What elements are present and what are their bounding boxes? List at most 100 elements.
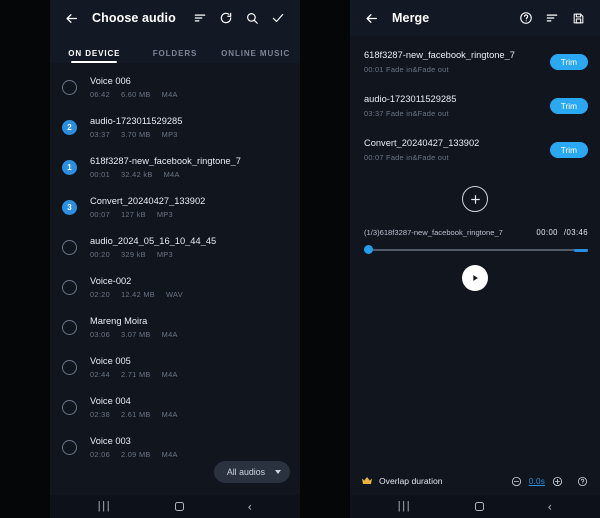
- list-item-text: Mareng Moira 03:06 3.07 MB M4A: [90, 316, 290, 339]
- save-icon[interactable]: [565, 6, 591, 30]
- list-item-text: audio_2024_05_16_10_44_45 00:20 329 kB M…: [90, 236, 290, 259]
- selection-indicator[interactable]: [62, 439, 77, 455]
- file-title: audio_2024_05_16_10_44_45: [90, 235, 217, 246]
- tab-online-music[interactable]: ONLINE MUSIC: [215, 36, 296, 63]
- list-item[interactable]: Voice-002 02:20 12.42 MB WAV: [50, 267, 300, 307]
- file-format: MP3: [156, 209, 173, 219]
- list-item[interactable]: Voice 006 06:42 6.60 MB M4A: [50, 67, 300, 107]
- recents-icon[interactable]: |||: [398, 501, 411, 512]
- merge-track-title: audio-1723011529285: [364, 94, 457, 104]
- file-title: Voice 006: [90, 75, 131, 86]
- home-square-icon[interactable]: [174, 502, 184, 511]
- system-navbar: ||| ‹: [350, 495, 600, 518]
- sort-icon[interactable]: [187, 6, 213, 30]
- list-item-text: Voice 003 02:06 2.09 MB M4A: [90, 436, 290, 459]
- list-item-text: Voice-002 02:20 12.42 MB WAV: [90, 276, 290, 299]
- overlap-duration-value[interactable]: 0.0s: [529, 477, 545, 486]
- selection-indicator[interactable]: [62, 399, 77, 415]
- file-duration: 03:37: [90, 129, 110, 139]
- file-size: 3.70 MB: [121, 129, 151, 139]
- add-track-button[interactable]: [462, 186, 488, 212]
- selection-indicator[interactable]: [62, 359, 77, 375]
- back-icon[interactable]: [359, 6, 383, 30]
- list-item[interactable]: Voice 005 02:44 2.71 MB M4A: [50, 347, 300, 387]
- merge-track-row[interactable]: audio-1723011529285 03:37 Fade in&Fade o…: [350, 84, 600, 128]
- page-title: Choose audio: [92, 11, 176, 25]
- trim-button[interactable]: Trim: [549, 142, 588, 158]
- refresh-icon[interactable]: [213, 6, 239, 30]
- file-size: 2.71 MB: [121, 369, 151, 379]
- merge-track-meta: 00:01 Fade in&Fade out: [364, 65, 449, 74]
- list-item[interactable]: 1 618f3287-new_facebook_ringtone_7 00:01…: [50, 147, 300, 187]
- seek-slider[interactable]: [364, 245, 588, 255]
- check-icon[interactable]: [265, 6, 291, 30]
- trim-button[interactable]: Trim: [549, 54, 588, 70]
- merge-track-text: audio-1723011529285 03:37 Fade in&Fade o…: [364, 94, 540, 118]
- file-format: MP3: [156, 249, 173, 259]
- merge-track-text: Convert_20240427_133902 00:07 Fade in&Fa…: [364, 138, 540, 162]
- list-item[interactable]: 2 audio-1723011529285 03:37 3.70 MB MP3: [50, 107, 300, 147]
- tab-folders[interactable]: FOLDERS: [135, 36, 216, 63]
- merge-track-row[interactable]: 618f3287-new_facebook_ringtone_7 00:01 F…: [350, 40, 600, 84]
- list-item-text: Convert_20240427_133902 00:07 127 kB MP3: [90, 196, 290, 219]
- file-meta: 02:44 2.71 MB M4A: [90, 370, 290, 379]
- seek-end-marker: [574, 249, 588, 252]
- help-circle-icon[interactable]: [513, 6, 539, 30]
- system-navbar: ||| ‹: [50, 495, 300, 518]
- list-item[interactable]: 3 Convert_20240427_133902 00:07 127 kB M…: [50, 187, 300, 227]
- file-format: M4A: [161, 89, 178, 99]
- source-tabs: ON DEVICE FOLDERS ONLINE MUSIC: [50, 36, 300, 63]
- file-duration: 00:01: [90, 169, 110, 179]
- merge-track-title: Convert_20240427_133902: [364, 138, 480, 148]
- tab-on-device[interactable]: ON DEVICE: [54, 36, 135, 63]
- selection-indicator[interactable]: 1: [62, 159, 77, 175]
- seek-thumb[interactable]: [364, 245, 373, 254]
- minus-circle-icon[interactable]: [511, 476, 522, 487]
- list-item-text: Voice 004 02:38 2.61 MB M4A: [90, 396, 290, 419]
- plus-circle-icon[interactable]: [552, 476, 563, 487]
- selection-indicator[interactable]: 2: [62, 119, 77, 135]
- all-audios-filter-label: All audios: [226, 467, 265, 477]
- choose-audio-screen: Choose audio ON DEVICE FOLDERS ONLINE MU…: [50, 0, 300, 518]
- home-square-icon[interactable]: [474, 502, 484, 511]
- selection-indicator[interactable]: 3: [62, 199, 77, 215]
- all-audios-filter-dropdown[interactable]: All audios: [213, 461, 290, 483]
- file-title: audio-1723011529285: [90, 115, 183, 126]
- back-nav-icon[interactable]: ‹: [547, 501, 552, 513]
- selection-indicator[interactable]: [62, 319, 77, 335]
- merge-track-row[interactable]: Convert_20240427_133902 00:07 Fade in&Fa…: [350, 128, 600, 172]
- list-item[interactable]: Voice 004 02:38 2.61 MB M4A: [50, 387, 300, 427]
- back-icon[interactable]: [59, 6, 83, 30]
- file-duration: 02:44: [90, 369, 110, 379]
- sort-icon[interactable]: [539, 6, 565, 30]
- file-meta: 02:38 2.61 MB M4A: [90, 410, 290, 419]
- choose-audio-appbar: Choose audio: [50, 0, 300, 36]
- selection-indicator[interactable]: [62, 239, 77, 255]
- list-item-text: 618f3287-new_facebook_ringtone_7 00:01 3…: [90, 156, 290, 179]
- tab-online-music-label: ONLINE MUSIC: [221, 49, 291, 58]
- file-title: Voice 003: [90, 435, 131, 446]
- list-item[interactable]: audio_2024_05_16_10_44_45 00:20 329 kB M…: [50, 227, 300, 267]
- total-time: /03:46: [563, 228, 588, 237]
- search-icon[interactable]: [239, 6, 265, 30]
- tab-on-device-label: ON DEVICE: [68, 49, 121, 58]
- list-item[interactable]: Mareng Moira 03:06 3.07 MB M4A: [50, 307, 300, 347]
- selection-indicator[interactable]: [62, 79, 77, 95]
- overlap-duration-label: Overlap duration: [379, 476, 443, 486]
- file-size: 6.60 MB: [121, 89, 151, 99]
- play-button[interactable]: [462, 265, 488, 291]
- current-time: 00:00: [536, 228, 558, 237]
- trim-button[interactable]: Trim: [549, 98, 588, 114]
- file-meta: 02:20 12.42 MB WAV: [90, 290, 290, 299]
- crown-icon: [361, 476, 373, 486]
- seek-track: [364, 249, 588, 252]
- audio-file-list[interactable]: Voice 006 06:42 6.60 MB M4A 2 audio-1723…: [50, 63, 300, 495]
- back-nav-icon[interactable]: ‹: [247, 501, 252, 513]
- list-item-text: Voice 005 02:44 2.71 MB M4A: [90, 356, 290, 379]
- merge-appbar: Merge: [350, 0, 600, 36]
- help-circle-icon[interactable]: [577, 476, 588, 487]
- recents-icon[interactable]: |||: [98, 501, 111, 512]
- selection-indicator[interactable]: [62, 279, 77, 295]
- file-title: Mareng Moira: [90, 315, 148, 326]
- file-duration: 00:20: [90, 249, 110, 259]
